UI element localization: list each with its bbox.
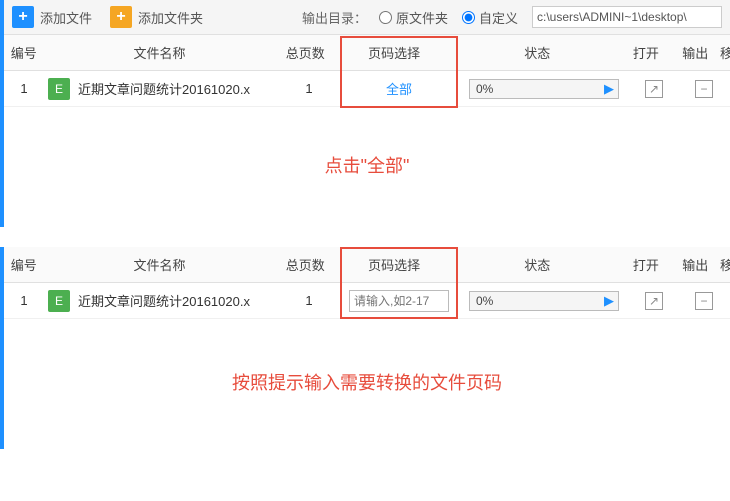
row-filename: 近期文章问题统计20161020.x <box>78 291 250 310</box>
file-type-icon: E <box>48 290 70 312</box>
row-output: − <box>679 292 729 310</box>
col-status-header: 状态 <box>453 43 621 62</box>
progress-bar[interactable]: 0% ▶ <box>469 291 619 311</box>
plus-icon[interactable]: + <box>110 6 132 28</box>
play-icon[interactable]: ▶ <box>604 81 614 97</box>
col-page-select-header: 页码选择 <box>335 255 454 274</box>
minus-icon[interactable]: − <box>695 292 713 310</box>
progress-bar[interactable]: 0% ▶ <box>469 79 619 99</box>
col-output-header: 输出 <box>671 255 720 274</box>
row-filename: 近期文章问题统计20161020.x <box>78 79 250 98</box>
caption-area: 点击"全部" <box>4 107 730 227</box>
col-extra-header: 移 <box>720 43 730 62</box>
play-icon[interactable]: ▶ <box>604 293 614 309</box>
radio-input[interactable] <box>379 11 392 24</box>
col-open-header: 打开 <box>621 43 670 62</box>
radio-input[interactable] <box>462 11 475 24</box>
row-num: 1 <box>4 293 44 308</box>
col-pages-header: 总页数 <box>276 255 335 274</box>
row-filename-cell: E 近期文章问题统计20161020.x <box>44 290 279 312</box>
add-file-button[interactable]: 添加文件 <box>40 8 92 27</box>
output-path-input[interactable] <box>532 6 722 28</box>
output-dir-label: 输出目录： <box>302 8 367 27</box>
table-header: 编号 文件名称 总页数 页码选择 状态 打开 输出 移 <box>4 247 730 283</box>
col-filename-header: 文件名称 <box>44 255 276 274</box>
col-filename-header: 文件名称 <box>44 43 276 62</box>
caption-input-pages: 按照提示输入需要转换的文件页码 <box>4 319 730 395</box>
row-status: 0% ▶ <box>459 291 629 311</box>
row-open: ↗ <box>629 292 679 310</box>
progress-text: 0% <box>476 294 493 308</box>
row-pages: 1 <box>279 293 339 308</box>
open-icon[interactable]: ↗ <box>645 80 663 98</box>
progress-text: 0% <box>476 82 493 96</box>
radio-label: 原文件夹 <box>396 8 448 27</box>
file-type-icon: E <box>48 78 70 100</box>
table-header: 编号 文件名称 总页数 页码选择 状态 打开 输出 移 <box>4 35 730 71</box>
page-select-all-link[interactable]: 全部 <box>386 82 412 97</box>
top-panel: + 添加文件 + 添加文件夹 输出目录： 原文件夹 自定义 编号 文件名称 总页… <box>0 0 730 227</box>
table-row: 1 E 近期文章问题统计20161020.x 1 全部 0% ▶ ↗ − <box>4 71 730 107</box>
col-extra-header: 移 <box>720 255 730 274</box>
original-folder-radio[interactable]: 原文件夹 <box>379 8 448 27</box>
radio-label: 自定义 <box>479 8 518 27</box>
page-select-input[interactable] <box>349 290 449 312</box>
row-filename-cell: E 近期文章问题统计20161020.x <box>44 78 279 100</box>
custom-folder-radio[interactable]: 自定义 <box>462 8 518 27</box>
row-num: 1 <box>4 81 44 96</box>
page-select-cell <box>339 290 459 312</box>
table-row: 1 E 近期文章问题统计20161020.x 1 0% ▶ ↗ − <box>4 283 730 319</box>
add-folder-button[interactable]: 添加文件夹 <box>138 8 203 27</box>
plus-icon[interactable]: + <box>12 6 34 28</box>
col-page-select-header: 页码选择 <box>335 43 454 62</box>
bottom-panel: 编号 文件名称 总页数 页码选择 状态 打开 输出 移 1 E 近期文章问题统计… <box>0 247 730 449</box>
row-output: − <box>679 80 729 98</box>
col-num-header: 编号 <box>4 255 44 274</box>
toolbar: + 添加文件 + 添加文件夹 输出目录： 原文件夹 自定义 <box>4 0 730 35</box>
minus-icon[interactable]: − <box>695 80 713 98</box>
row-status: 0% ▶ <box>459 79 629 99</box>
open-icon[interactable]: ↗ <box>645 292 663 310</box>
col-pages-header: 总页数 <box>276 43 335 62</box>
col-status-header: 状态 <box>453 255 621 274</box>
row-open: ↗ <box>629 80 679 98</box>
col-open-header: 打开 <box>621 255 670 274</box>
page-select-cell: 全部 <box>339 79 459 98</box>
col-output-header: 输出 <box>671 43 720 62</box>
col-num-header: 编号 <box>4 43 44 62</box>
caption-click-all: 点击"全部" <box>4 107 730 178</box>
caption-area: 按照提示输入需要转换的文件页码 <box>4 319 730 449</box>
row-pages: 1 <box>279 81 339 96</box>
